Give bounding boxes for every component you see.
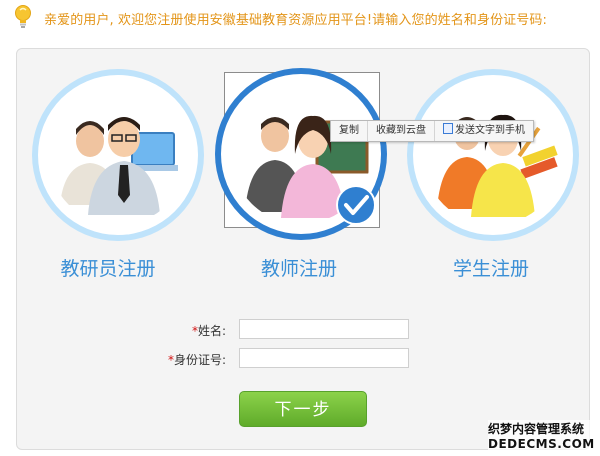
notice-text: 亲爱的用户, 欢迎您注册使用安徽基础教育资源应用平台!请输入您的姓名和身份证号码… xyxy=(44,13,547,28)
name-field[interactable] xyxy=(239,319,409,339)
name-row: *姓名: xyxy=(0,319,600,341)
lightbulb-icon xyxy=(15,5,31,28)
context-menu-send-to-phone-label: 发送文字到手机 xyxy=(455,125,525,136)
id-number-field[interactable] xyxy=(239,348,409,368)
role-student-label[interactable]: 学生注册 xyxy=(401,254,581,281)
watermark-line2: DEDECMS.COM xyxy=(488,437,595,451)
role-student-card[interactable] xyxy=(413,75,573,235)
researchers-icon xyxy=(60,117,178,215)
context-menu-copy[interactable]: 复制 xyxy=(331,121,368,141)
role-teacher-label[interactable]: 教师注册 xyxy=(209,254,389,281)
id-label: *身份证号: xyxy=(168,351,226,368)
notice-bar: 亲爱的用户, 欢迎您注册使用安徽基础教育资源应用平台!请输入您的姓名和身份证号码… xyxy=(0,0,600,36)
id-row: *身份证号: xyxy=(0,348,600,370)
phone-icon xyxy=(443,123,453,134)
watermark: 织梦内容管理系统 DEDECMS.COM xyxy=(488,420,598,454)
role-researcher-card[interactable] xyxy=(38,75,198,235)
context-menu: 复制 收藏到云盘 发送文字到手机 xyxy=(330,120,534,142)
students-icon xyxy=(437,114,558,217)
context-menu-save-to-cloud[interactable]: 收藏到云盘 xyxy=(368,121,435,141)
role-teacher-card[interactable] xyxy=(221,74,381,234)
context-menu-send-to-phone[interactable]: 发送文字到手机 xyxy=(435,121,533,141)
next-step-button[interactable]: 下一步 xyxy=(239,391,367,427)
watermark-line1: 织梦内容管理系统 xyxy=(488,422,585,436)
selected-check-icon xyxy=(336,185,376,225)
id-label-text: 身份证号: xyxy=(173,353,226,367)
name-label-text: 姓名: xyxy=(197,324,226,338)
role-researcher-label[interactable]: 教研员注册 xyxy=(18,254,198,281)
name-label: *姓名: xyxy=(192,322,226,339)
